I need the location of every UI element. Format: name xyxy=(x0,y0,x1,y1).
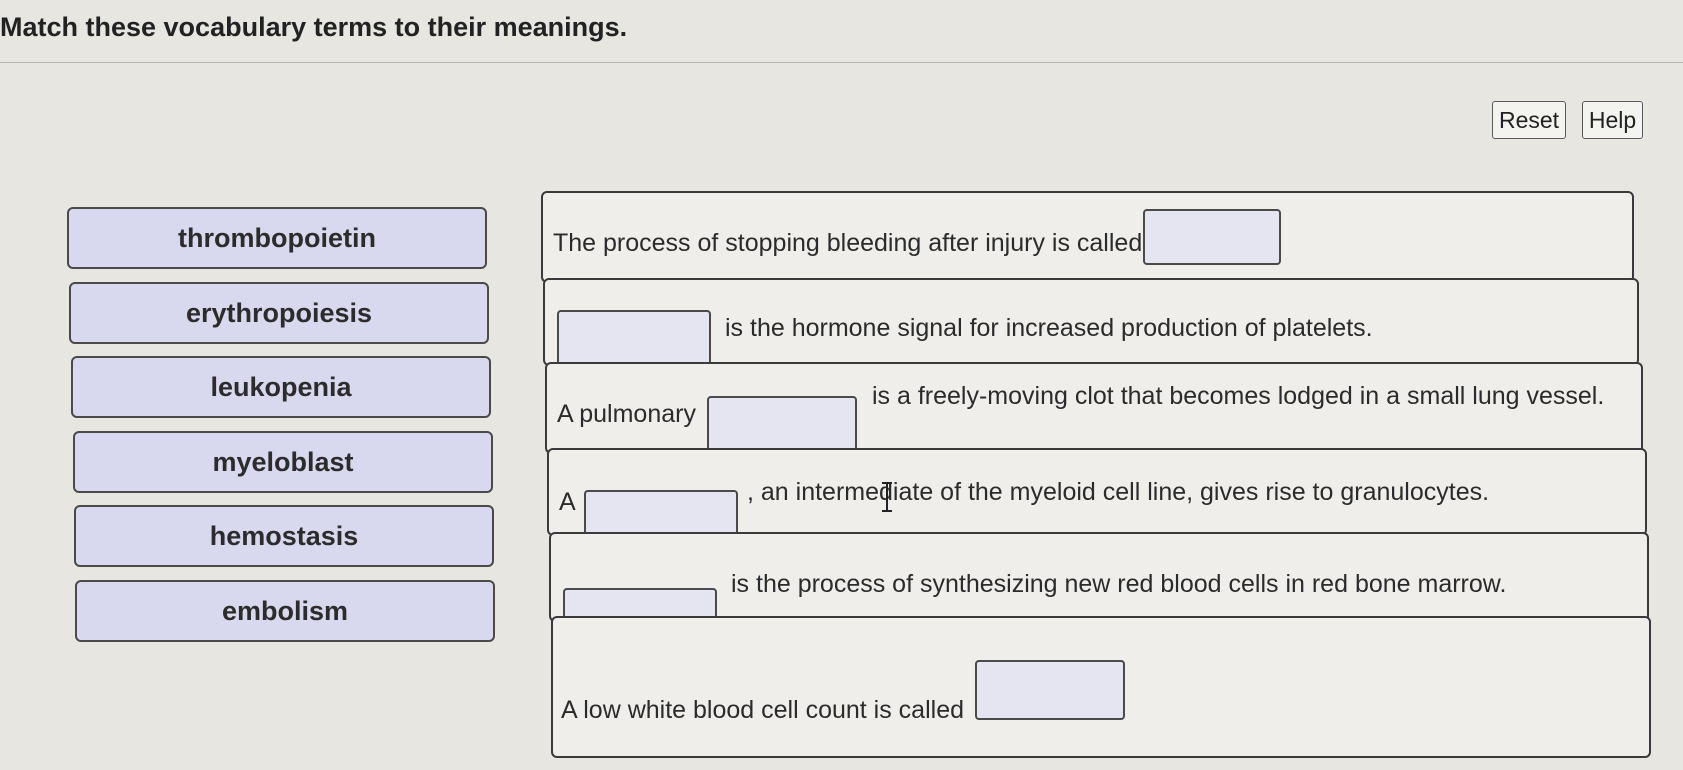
sentence-text-before: A xyxy=(559,488,576,516)
term-card-myeloblast[interactable]: myeloblast xyxy=(73,431,493,493)
term-label: thrombopoietin xyxy=(178,222,376,253)
reset-button[interactable]: Reset xyxy=(1492,101,1566,139)
drop-target[interactable] xyxy=(975,660,1125,720)
term-label: leukopenia xyxy=(210,371,352,402)
sentence-row: A , an intermediate of the myeloid cell … xyxy=(547,448,1647,548)
sentence-text-before: The process of stopping bleeding after i… xyxy=(553,229,1143,257)
sentence-row: is the hormone signal for increased prod… xyxy=(543,278,1639,366)
drop-target[interactable] xyxy=(557,310,711,366)
sentence-row: is the process of synthesizing new red b… xyxy=(549,532,1649,648)
sentence-row: A low white blood cell count is called xyxy=(551,616,1651,758)
page-title: Match these vocabulary terms to their me… xyxy=(0,12,628,42)
term-card-embolism[interactable]: embolism xyxy=(75,580,495,642)
sentence-text-after: is the process of synthesizing new red b… xyxy=(731,570,1507,598)
text-cursor-icon xyxy=(882,482,892,512)
term-card-hemostasis[interactable]: hemostasis xyxy=(74,505,494,567)
term-label: erythropoiesis xyxy=(185,297,373,328)
term-card-leukopenia[interactable]: leukopenia xyxy=(71,356,491,418)
title-divider xyxy=(0,62,1683,63)
sentence-text-after: is a freely-moving clot that becomes lod… xyxy=(872,382,1605,410)
term-label: myeloblast xyxy=(212,446,354,477)
term-card-thrombopoietin[interactable]: thrombopoietin xyxy=(67,207,487,269)
sentence-row: A pulmonary is a freely-moving clot that… xyxy=(545,362,1643,454)
sentence-text-after: is the hormone signal for increased prod… xyxy=(725,314,1373,342)
term-card-erythropoiesis[interactable]: erythropoiesis xyxy=(69,282,489,344)
term-label: embolism xyxy=(221,595,349,626)
sentence-text-before: A pulmonary xyxy=(557,400,696,428)
drop-target[interactable] xyxy=(1143,209,1281,265)
term-label: hemostasis xyxy=(209,520,359,551)
sentence-row: The process of stopping bleeding after i… xyxy=(541,191,1634,283)
sentence-text-after: , an intermediate of the myeloid cell li… xyxy=(747,478,1490,506)
help-button[interactable]: Help xyxy=(1582,101,1643,139)
sentence-text-before: A low white blood cell count is called xyxy=(561,696,965,724)
drop-target[interactable] xyxy=(707,396,857,452)
